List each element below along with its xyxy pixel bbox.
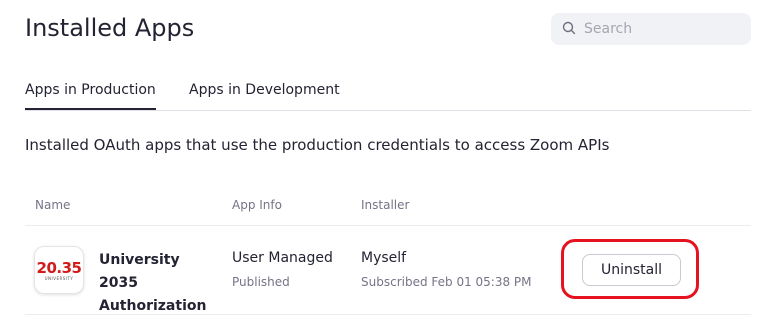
tab-apps-in-production[interactable]: Apps in Production — [25, 82, 156, 110]
column-header-name: Name — [35, 198, 71, 212]
app-logo-text: 20.35 — [36, 258, 82, 277]
app-logo: 20.35 UNIVERSITY — [34, 246, 84, 294]
app-info-type: User Managed — [232, 250, 333, 266]
table-header-divider — [25, 225, 751, 226]
tab-bar: Apps in Production Apps in Development — [25, 72, 751, 111]
column-header-app-info: App Info — [232, 198, 282, 212]
column-header-installer: Installer — [361, 198, 410, 212]
app-logo-subtext: UNIVERSITY — [44, 275, 74, 281]
search-icon — [562, 20, 576, 39]
table-row-divider — [25, 314, 751, 315]
app-name-text: University 2035 Authorization — [99, 252, 207, 314]
installer-name: Myself — [361, 250, 407, 266]
search-box[interactable] — [551, 13, 751, 45]
uninstall-button[interactable]: Uninstall — [582, 254, 681, 286]
app-name[interactable]: University 2035 Authorization — [99, 249, 214, 318]
tab-apps-in-development[interactable]: Apps in Development — [189, 82, 340, 98]
app-info-status: Published — [232, 275, 290, 289]
page-description: Installed OAuth apps that use the produc… — [25, 136, 610, 154]
subscribed-date: Subscribed Feb 01 05:38 PM — [361, 275, 532, 289]
search-input[interactable] — [582, 20, 746, 38]
page-title: Installed Apps — [25, 14, 195, 42]
